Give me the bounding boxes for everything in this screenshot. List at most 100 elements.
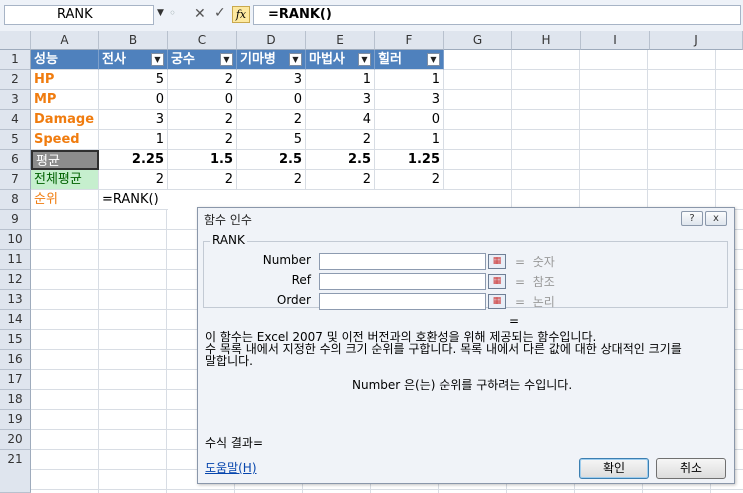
cell-d7[interactable]: 2 [237,170,306,190]
number-input[interactable] [319,253,486,270]
cell-c6[interactable]: 1.5 [168,150,237,170]
cell-f7[interactable]: 2 [375,170,444,190]
cell-c2[interactable]: 2 [168,70,237,90]
row-header[interactable]: 18 [0,390,31,410]
filter-dropdown-icon[interactable]: ▼ [427,53,440,66]
column-header-b[interactable]: B [99,31,168,50]
column-header-i[interactable]: I [581,31,650,50]
ref-input[interactable] [319,273,486,290]
cell-b3[interactable]: 0 [99,90,168,110]
cancel-icon[interactable]: ✕ [194,6,206,22]
cancel-button[interactable]: 취소 [656,458,726,479]
column-header-d[interactable]: D [237,31,306,50]
cell-c5[interactable]: 2 [168,130,237,150]
collapse-dialog-icon[interactable]: ▦ [488,274,506,289]
cell-f6[interactable]: 1.25 [375,150,444,170]
row-header[interactable]: 16 [0,350,31,370]
cell-b8[interactable]: =RANK() [99,190,168,210]
cell-e6[interactable]: 2.5 [306,150,375,170]
cell-b5[interactable]: 1 [99,130,168,150]
enter-check-icon[interactable]: ✓ [214,5,226,21]
row-header[interactable]: 11 [0,250,31,270]
cell-d2[interactable]: 3 [237,70,306,90]
formula-input[interactable]: =RANK() [253,5,741,25]
insert-function-button[interactable]: fx [232,6,250,23]
column-header-j[interactable]: J [650,31,743,50]
cell-f2[interactable]: 1 [375,70,444,90]
arg-label-number: Number [262,253,311,267]
cell-d6[interactable]: 2.5 [237,150,306,170]
cell-e1[interactable]: 마법사 ▼ [306,50,375,70]
filter-dropdown-icon[interactable]: ▼ [289,53,302,66]
cell-c1[interactable]: 궁수 ▼ [168,50,237,70]
function-arguments-dialog: 함수 인수 ? x RANK Number ▦ = 숫자 Ref ▦ = 참조 … [197,207,735,484]
cell-e5[interactable]: 2 [306,130,375,150]
row-header[interactable]: 20 [0,430,31,450]
cell-f3[interactable]: 3 [375,90,444,110]
cell-a5[interactable]: Speed [31,130,99,150]
column-header-a[interactable]: A [31,31,99,50]
cell-a8[interactable]: 순위 [31,190,99,210]
select-all-corner[interactable] [0,31,31,50]
row-header[interactable]: 9 [0,210,31,230]
cell-e4[interactable]: 4 [306,110,375,130]
column-header-f[interactable]: F [375,31,444,50]
row-header[interactable]: 7 [0,170,31,190]
row-header[interactable]: 4 [0,110,31,130]
row-header[interactable]: 5 [0,130,31,150]
cell-c3[interactable]: 0 [168,90,237,110]
name-box[interactable]: RANK [4,5,154,25]
row-header[interactable]: 15 [0,330,31,350]
cell-e3[interactable]: 3 [306,90,375,110]
row-header[interactable]: 13 [0,290,31,310]
filter-dropdown-icon[interactable]: ▼ [358,53,371,66]
close-icon[interactable]: x [705,211,727,226]
collapse-dialog-icon[interactable]: ▦ [488,254,506,269]
row-header[interactable]: 14 [0,310,31,330]
row-header[interactable]: 6 [0,150,31,170]
cell-a4[interactable]: Damage [31,110,99,130]
row-header[interactable]: 19 [0,410,31,430]
column-header-g[interactable]: G [444,31,512,50]
row-header[interactable]: 21 [0,450,31,493]
chevron-down-icon[interactable]: ▼ [157,8,164,18]
row-header[interactable]: 2 [0,70,31,90]
row-header[interactable]: 17 [0,370,31,390]
help-button[interactable]: ? [681,211,703,226]
column-header-e[interactable]: E [306,31,375,50]
row-header[interactable]: 10 [0,230,31,250]
cell-d5[interactable]: 5 [237,130,306,150]
order-input[interactable] [319,293,486,310]
cell-b7[interactable]: 2 [99,170,168,190]
ok-button[interactable]: 확인 [579,458,649,479]
cell-d1[interactable]: 기마병 ▼ [237,50,306,70]
help-link[interactable]: 도움말(H) [205,459,257,476]
cell-a1[interactable]: 성능 [31,50,99,70]
cell-a7[interactable]: 전체평균 [31,170,99,190]
cell-f1[interactable]: 힐러 ▼ [375,50,444,70]
cell-a3[interactable]: MP [31,90,99,110]
cell-f5[interactable]: 1 [375,130,444,150]
cell-f4[interactable]: 0 [375,110,444,130]
column-header-c[interactable]: C [168,31,237,50]
cell-d4[interactable]: 2 [237,110,306,130]
cell-b6[interactable]: 2.25 [99,150,168,170]
cell-a2[interactable]: HP [31,70,99,90]
filter-dropdown-icon[interactable]: ▼ [220,53,233,66]
cell-c7[interactable]: 2 [168,170,237,190]
cell-c4[interactable]: 2 [168,110,237,130]
cell-a6[interactable]: 평균 [31,150,99,170]
filter-dropdown-icon[interactable]: ▼ [151,53,164,66]
row-header[interactable]: 8 [0,190,31,210]
collapse-dialog-icon[interactable]: ▦ [488,294,506,309]
cell-b1[interactable]: 전사 ▼ [99,50,168,70]
column-header-h[interactable]: H [512,31,581,50]
row-header[interactable]: 12 [0,270,31,290]
cell-e7[interactable]: 2 [306,170,375,190]
row-header[interactable]: 3 [0,90,31,110]
cell-d3[interactable]: 0 [237,90,306,110]
row-header[interactable]: 1 [0,50,31,70]
cell-b4[interactable]: 3 [99,110,168,130]
cell-e2[interactable]: 1 [306,70,375,90]
cell-b2[interactable]: 5 [99,70,168,90]
